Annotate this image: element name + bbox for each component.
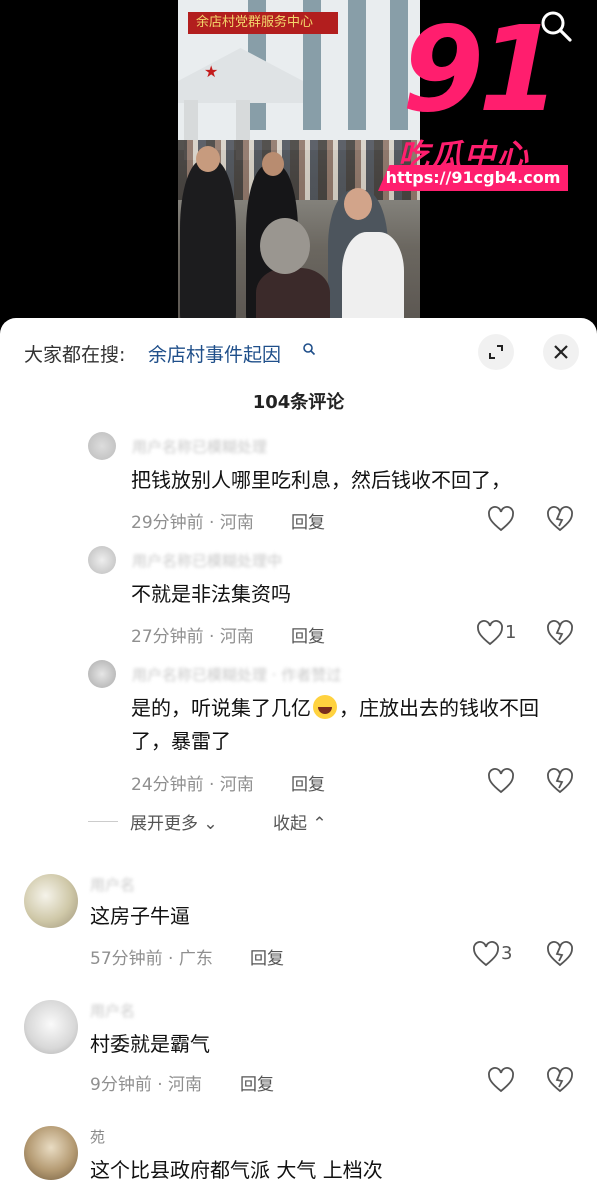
elderly-woman-head — [260, 218, 310, 274]
username[interactable]: 用户名称已模糊处理 — [132, 436, 267, 457]
window — [348, 0, 366, 130]
reply-button[interactable]: 回复 — [250, 944, 284, 969]
video-frame: 余店村党群服务中心 ★ — [178, 0, 420, 330]
heart-icon[interactable] — [472, 941, 500, 967]
sheet-header: 大家都在搜: 余店村事件起因 104条评论 — [0, 318, 597, 413]
avatar[interactable] — [24, 1126, 78, 1180]
reply-text: 把钱放别人哪里吃利息，然后钱收不回了， — [131, 468, 511, 492]
comment-meta: 9分钟前 · 河南 — [90, 1075, 203, 1095]
video-player[interactable]: 余店村党群服务中心 ★ 91 吃瓜中心 https://91cgb4.com — [0, 0, 597, 330]
watermark-url: https://91cgb4.com — [378, 165, 568, 191]
police-head — [262, 152, 284, 176]
collapse-button[interactable]: 收起 ⌃ — [273, 809, 327, 834]
like-count: 3 — [501, 943, 513, 964]
reply-button[interactable]: 回复 — [240, 1070, 274, 1095]
red-star-icon: ★ — [204, 62, 219, 81]
dislike-icon[interactable] — [546, 768, 574, 794]
expand-button[interactable] — [478, 334, 514, 370]
expand-more-button[interactable]: 展开更多 ⌄ — [130, 809, 218, 834]
comment-count: 104条评论 — [252, 392, 345, 413]
comment-sheet: 大家都在搜: 余店村事件起因 104条评论 用户名称已模糊处理 把钱放别人哪里吃… — [0, 318, 597, 1199]
reply-text: 不就是非法集资吗 — [131, 582, 291, 606]
avatar[interactable] — [24, 874, 78, 928]
dislike-icon[interactable] — [546, 506, 574, 532]
username[interactable]: 用户名 — [90, 874, 135, 895]
reply-text-part: 是的，听说集了几亿 — [131, 696, 311, 720]
man-head — [344, 188, 372, 220]
heart-icon[interactable] — [487, 506, 515, 532]
chevron-down-icon: ⌄ — [203, 814, 218, 834]
reply-button[interactable]: 回复 — [291, 622, 325, 647]
thread-divider — [88, 821, 118, 822]
small-search-icon[interactable] — [302, 342, 316, 356]
reply-button[interactable]: 回复 — [291, 508, 325, 533]
dislike-icon[interactable] — [546, 941, 574, 967]
close-button[interactable] — [543, 334, 579, 370]
expand-label: 展开更多 — [130, 814, 198, 834]
police-officer — [180, 160, 236, 330]
trending-search-link[interactable]: 余店村事件起因 — [148, 340, 281, 367]
location: 河南 — [219, 513, 254, 533]
reply-button[interactable]: 回复 — [291, 770, 325, 795]
location: 河南 — [219, 775, 254, 795]
search-icon[interactable] — [539, 9, 573, 43]
close-icon — [554, 345, 568, 359]
comment-text: 村委就是霸气 — [90, 1032, 210, 1056]
comment-text: 这房子牛逼 — [90, 904, 190, 928]
location: 广东 — [178, 949, 213, 969]
dislike-icon[interactable] — [546, 1067, 574, 1093]
username[interactable]: 用户名称已模糊处理 · 作者赞过 — [132, 664, 341, 685]
man-white-shirt — [342, 232, 404, 330]
comment-meta: 57分钟前 · 广东 — [90, 949, 213, 969]
avatar[interactable] — [24, 1000, 78, 1054]
laughing-emoji-icon — [313, 695, 337, 719]
comment-text: 这个比县政府都气派 大气 上档次 — [90, 1158, 383, 1182]
heart-icon[interactable] — [487, 768, 515, 794]
watermark-logo: 91 — [402, 0, 560, 138]
location: 河南 — [219, 627, 254, 647]
heart-icon[interactable] — [476, 620, 504, 646]
timestamp: 57分钟前 — [90, 949, 163, 969]
reply-text: 是的，听说集了几亿 ，庄放出去的钱收不回了，暴雷了 — [131, 692, 561, 758]
heart-icon[interactable] — [487, 1067, 515, 1093]
collapse-label: 收起 — [273, 814, 307, 834]
username[interactable]: 苑 — [90, 1126, 105, 1147]
timestamp: 24分钟前 — [131, 775, 204, 795]
username[interactable]: 用户名 — [90, 1000, 135, 1021]
expand-icon — [489, 345, 503, 359]
timestamp: 9分钟前 — [90, 1075, 152, 1095]
timestamp: 27分钟前 — [131, 627, 204, 647]
avatar[interactable] — [88, 660, 116, 688]
avatar[interactable] — [88, 432, 116, 460]
username[interactable]: 用户名称已模糊处理中 — [132, 550, 282, 571]
like-count: 1 — [505, 622, 517, 643]
reply-meta: 27分钟前 · 河南 — [131, 627, 254, 647]
building-sign: 余店村党群服务中心 — [188, 12, 338, 34]
dislike-icon[interactable] — [546, 620, 574, 646]
trending-search-label: 大家都在搜: — [24, 344, 126, 366]
reply-meta: 29分钟前 · 河南 — [131, 513, 254, 533]
location: 河南 — [168, 1075, 203, 1095]
reply-meta: 24分钟前 · 河南 — [131, 775, 254, 795]
police-head — [196, 146, 220, 172]
chevron-up-icon: ⌃ — [312, 814, 327, 834]
avatar[interactable] — [88, 546, 116, 574]
timestamp: 29分钟前 — [131, 513, 204, 533]
